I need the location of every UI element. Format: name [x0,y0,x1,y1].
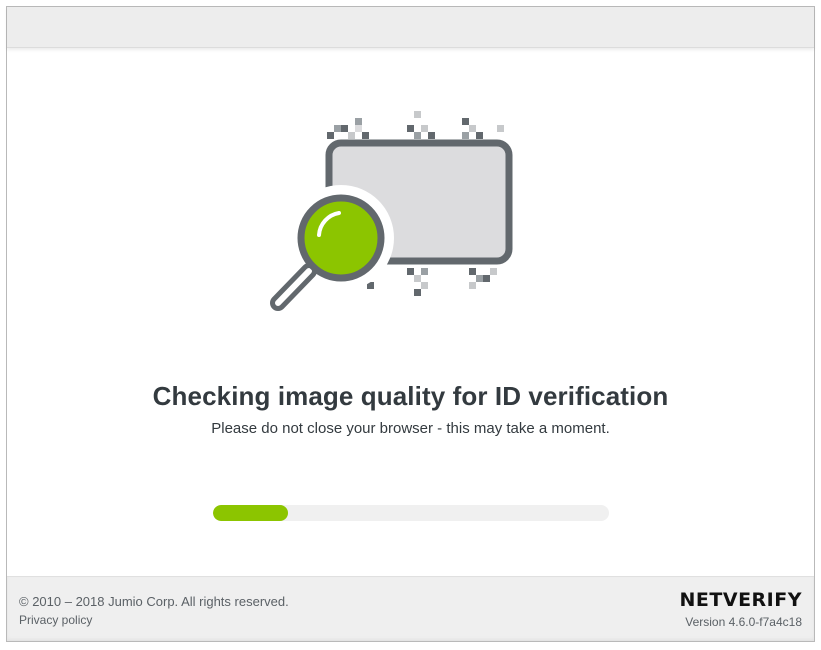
progress-bar-fill [213,505,289,521]
privacy-policy-link[interactable]: Privacy policy [19,613,92,627]
netverify-logo: NETVERIFY [679,589,802,611]
magnifier-over-id-card-icon [261,103,521,363]
main-content: Checking image quality for ID verificati… [7,48,814,576]
page-subtitle: Please do not close your browser - this … [211,420,610,437]
illustration-graphic [270,111,513,311]
pixel-fragments-top [327,111,504,139]
pixel-fragments-bottom [367,268,497,296]
magnifier-shape [270,185,394,311]
copyright-text: © 2010 – 2018 Jumio Corp. All rights res… [19,594,289,609]
footer: © 2010 – 2018 Jumio Corp. All rights res… [7,576,814,641]
progress-bar [213,505,609,521]
page-title: Checking image quality for ID verificati… [152,381,669,411]
version-text: Version 4.6.0-f7a4c18 [685,615,802,629]
top-bar [7,7,814,48]
verification-window: Checking image quality for ID verificati… [6,6,815,642]
